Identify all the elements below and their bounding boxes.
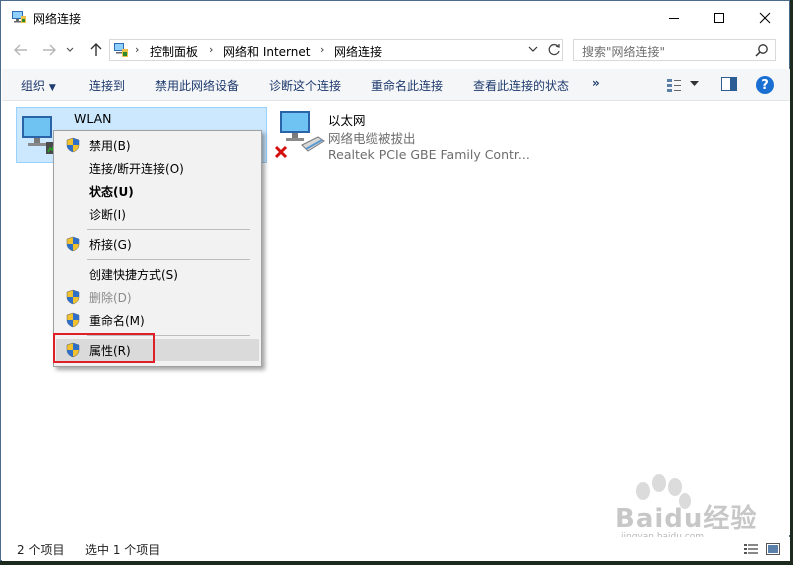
menu-item-label: 连接/断开连接(O) <box>89 162 184 176</box>
menu-item-label: 删除(D) <box>89 291 132 305</box>
maximize-button[interactable] <box>696 1 742 34</box>
menu-item-label: 状态(U) <box>89 185 134 199</box>
menu-separator <box>87 229 250 230</box>
minimize-icon <box>669 17 679 19</box>
breadcrumb-separator: › <box>135 43 140 56</box>
breadcrumb-network-internet[interactable]: 网络和 Internet <box>223 43 310 60</box>
command-bar: 组织 ▼ 连接到 禁用此网络设备 诊断这个连接 重命名此连接 查看此连接的状态 … <box>2 69 790 101</box>
control-panel-icon <box>114 43 128 57</box>
network-connections-window: 网络连接 › 控制面板 › 网络和 Internet › 网络连接 搜索"网络连… <box>0 0 790 561</box>
search-placeholder: 搜索"网络连接" <box>582 45 666 59</box>
connection-adapter: Realtek PCIe GBE Family Contr... <box>328 147 530 162</box>
uac-shield-icon <box>66 137 80 153</box>
breadcrumb-separator: › <box>320 43 325 56</box>
menu-item-status[interactable]: 状态(U) <box>56 180 259 202</box>
maximize-icon <box>714 12 724 23</box>
menu-item-delete: 删除(D) <box>56 286 259 308</box>
search-icon <box>755 44 768 57</box>
arrow-right-icon <box>43 44 56 56</box>
menu-item-connect-disconnect[interactable]: 连接/断开连接(O) <box>56 157 259 179</box>
change-view-icon[interactable] <box>666 77 682 93</box>
caret-down-icon: ▼ <box>48 83 56 93</box>
forward-button[interactable] <box>39 41 59 59</box>
menu-item-bridge[interactable]: 桥接(G) <box>56 233 259 255</box>
close-icon <box>759 12 771 23</box>
organize-label: 组织 <box>21 79 46 93</box>
disable-device-button[interactable]: 禁用此网络设备 <box>155 77 239 94</box>
network-connections-icon <box>12 11 26 23</box>
menu-item-disable[interactable]: 禁用(B) <box>56 134 259 156</box>
watermark-text: Baidu经验 <box>615 504 758 534</box>
breadcrumb-separator: › <box>209 43 214 56</box>
diagnose-connection-button[interactable]: 诊断这个连接 <box>269 77 341 94</box>
connection-name: 以太网 <box>328 113 366 128</box>
uac-shield-icon <box>66 236 80 252</box>
preview-pane-icon[interactable] <box>721 77 737 91</box>
rename-connection-button[interactable]: 重命名此连接 <box>371 77 443 94</box>
menu-item-label: 重命名(M) <box>89 314 145 328</box>
chevron-down-icon[interactable] <box>528 44 538 54</box>
context-menu: 禁用(B) 连接/断开连接(O) 状态(U) 诊断(I) 桥接(G) 创建快捷方… <box>53 130 262 367</box>
menu-item-label: 桥接(G) <box>89 238 132 252</box>
connection-item-ethernet[interactable]: 以太网 网络电缆被拔出 Realtek PCIe GBE Family Cont… <box>271 107 531 163</box>
title-bar: 网络连接 <box>1 1 789 34</box>
more-commands-button[interactable]: » <box>592 76 600 90</box>
search-input[interactable]: 搜索"网络连接" <box>573 39 776 61</box>
uac-shield-icon <box>66 312 80 328</box>
menu-item-label: 禁用(B) <box>89 139 131 153</box>
connect-to-button[interactable]: 连接到 <box>89 77 125 94</box>
breadcrumb-network-connections[interactable]: 网络连接 <box>334 43 382 60</box>
menu-separator <box>87 259 250 260</box>
connection-status: 网络电缆被拔出 <box>328 131 416 146</box>
selection-count: 选中 1 个项目 <box>85 543 161 557</box>
uac-shield-icon <box>66 289 80 305</box>
refresh-icon[interactable] <box>546 42 562 58</box>
caret-down-icon[interactable] <box>690 81 699 87</box>
help-button[interactable]: ? <box>756 76 774 94</box>
connection-name: WLAN <box>74 111 112 126</box>
address-bar[interactable]: › 控制面板 › 网络和 Internet › 网络连接 <box>109 39 563 61</box>
minimize-button[interactable] <box>651 1 697 34</box>
organize-menu[interactable]: 组织 ▼ <box>21 77 56 94</box>
close-button[interactable] <box>742 1 788 34</box>
menu-item-diagnose[interactable]: 诊断(I) <box>56 203 259 225</box>
recent-locations-button[interactable] <box>63 41 77 59</box>
details-view-icon[interactable] <box>744 543 758 555</box>
back-button[interactable] <box>11 41 31 59</box>
highlight-annotation-box <box>53 333 155 363</box>
ethernet-adapter-icon <box>274 111 325 159</box>
status-bar: 2 个项目 选中 1 个项目 <box>2 537 790 561</box>
menu-item-rename[interactable]: 重命名(M) <box>56 309 259 331</box>
menu-item-label: 诊断(I) <box>89 208 126 222</box>
window-title: 网络连接 <box>33 12 82 26</box>
view-status-button[interactable]: 查看此连接的状态 <box>473 77 569 94</box>
arrow-up-icon <box>90 43 102 56</box>
large-icons-view-icon[interactable] <box>766 543 780 555</box>
item-count: 2 个项目 <box>17 543 65 557</box>
up-button[interactable] <box>86 41 106 59</box>
chevron-down-icon <box>66 47 74 52</box>
breadcrumb-control-panel[interactable]: 控制面板 <box>150 43 198 60</box>
arrow-left-icon <box>14 44 27 56</box>
menu-item-create-shortcut[interactable]: 创建快捷方式(S) <box>56 263 259 285</box>
menu-item-label: 创建快捷方式(S) <box>89 268 178 282</box>
